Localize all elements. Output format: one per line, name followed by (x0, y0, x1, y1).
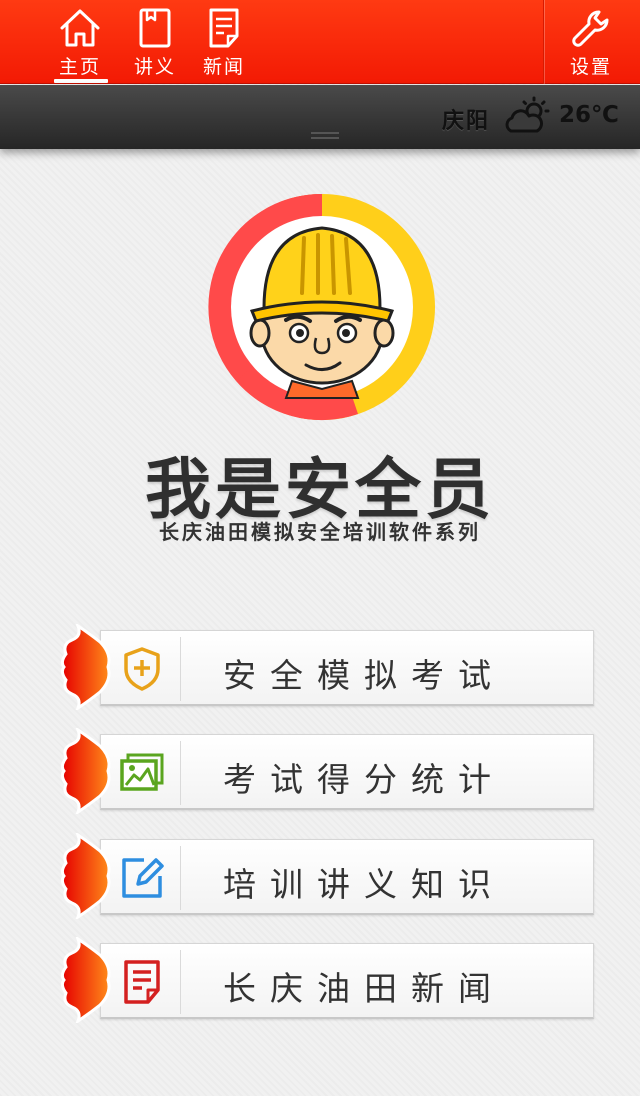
menu-item-score-stats[interactable]: 考试得分统计 (60, 728, 594, 814)
flame-tab-icon (60, 937, 111, 1023)
app-logo-mascot (208, 193, 435, 421)
document-icon (124, 960, 160, 1004)
tab-home[interactable]: 主页 (48, 0, 112, 84)
menu-card: 考试得分统计 (100, 734, 594, 810)
menu-item-label: 培训讲义知识 (223, 865, 505, 904)
menu-card: 培训讲义知识 (100, 839, 594, 915)
tab-lecture-label: 讲义 (133, 56, 176, 78)
settings-label: 设置 (569, 56, 612, 78)
menu-item-oilfield-news[interactable]: 长庆油田新闻 (60, 937, 594, 1023)
settings-button[interactable]: 设置 (559, 0, 623, 84)
drawer-grip-icon[interactable] (310, 130, 340, 142)
menu-separator (180, 741, 181, 805)
nav-divider (543, 0, 544, 84)
tab-lecture[interactable]: 讲义 (123, 0, 187, 84)
book-icon (139, 8, 171, 48)
tab-home-label: 主页 (58, 56, 101, 78)
menu-separator (180, 950, 181, 1014)
tab-news[interactable]: 新闻 (192, 0, 256, 84)
menu-item-safety-exam[interactable]: 安全模拟考试 (60, 624, 594, 710)
home-icon (60, 9, 100, 47)
top-navigation-bar: 主页 讲义 新闻 设置 (0, 0, 640, 84)
tab-news-label: 新闻 (202, 56, 245, 78)
menu-item-label: 考试得分统计 (223, 760, 505, 799)
menu-item-label: 安全模拟考试 (223, 656, 505, 695)
active-tab-indicator (54, 79, 108, 83)
weather-city: 庆阳 (441, 109, 490, 134)
menu-item-label: 长庆油田新闻 (223, 969, 505, 1008)
menu-separator (180, 846, 181, 910)
flame-tab-icon (60, 833, 111, 919)
weather-temperature: 26℃ (559, 102, 619, 128)
flame-tab-icon (60, 728, 111, 814)
image-chart-icon (120, 753, 164, 791)
menu-card: 长庆油田新闻 (100, 943, 594, 1019)
wrench-icon (572, 10, 609, 47)
news-icon (209, 8, 239, 48)
edit-icon (122, 858, 164, 898)
flame-tab-icon (60, 624, 111, 710)
shield-plus-icon (124, 647, 160, 691)
menu-item-training-lectures[interactable]: 培训讲义知识 (60, 833, 594, 919)
menu-card: 安全模拟考试 (100, 630, 594, 706)
menu-separator (180, 637, 181, 701)
partly-cloudy-icon (505, 96, 550, 133)
app-subtitle: 长庆油田模拟安全培训软件系列 (159, 520, 481, 544)
